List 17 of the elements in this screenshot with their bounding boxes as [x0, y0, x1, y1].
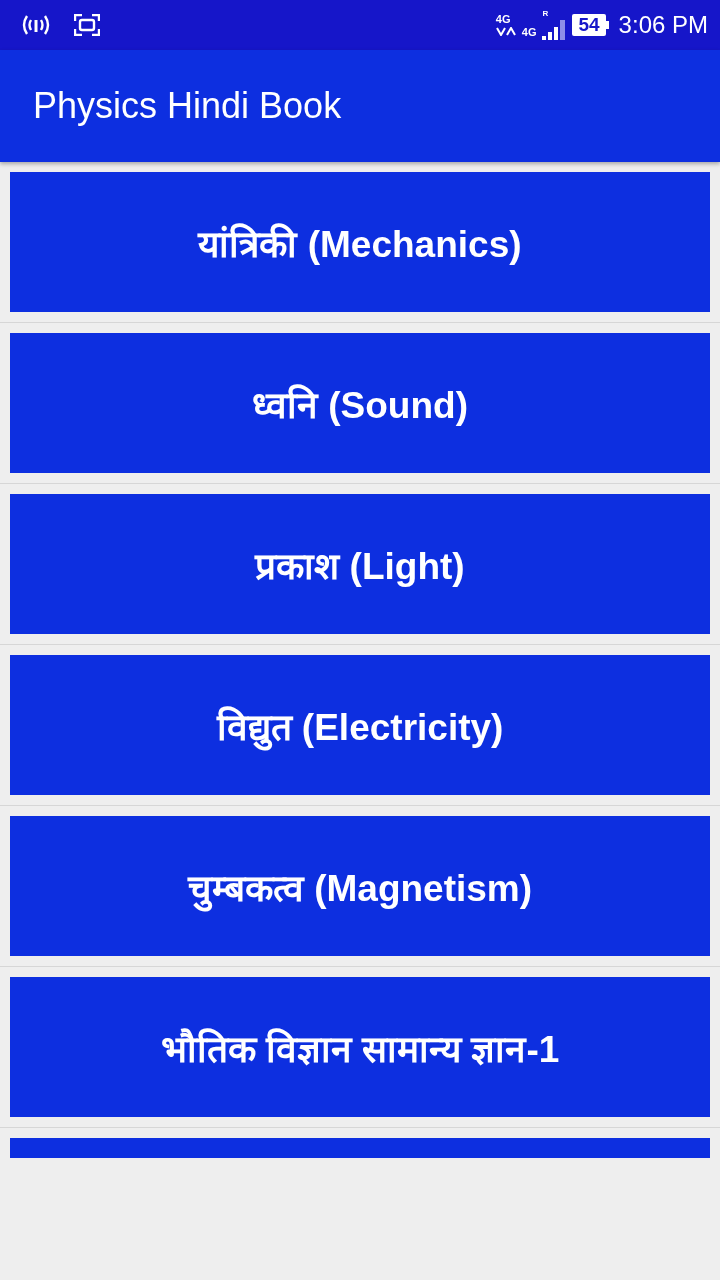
- app-title: Physics Hindi Book: [33, 85, 342, 127]
- topic-button[interactable]: भौतिक विज्ञान सामान्य ज्ञान-1: [10, 977, 710, 1117]
- topic-button[interactable]: चुम्बकत्व (Magnetism): [10, 816, 710, 956]
- topic-button[interactable]: विद्युत (Electricity): [10, 655, 710, 795]
- battery-icon: 54: [572, 14, 609, 36]
- topic-button[interactable]: प्रकाश (Light): [10, 494, 710, 634]
- network-label: 4G: [521, 27, 537, 38]
- roaming-label: R: [542, 10, 549, 18]
- hotspot-icon: [20, 14, 52, 36]
- topic-button[interactable]: ध्वनि (Sound): [10, 333, 710, 473]
- data-arrows-icon: [495, 27, 516, 36]
- signal-icon: [542, 20, 567, 40]
- clock: 3:06 PM: [618, 11, 708, 39]
- topic-button[interactable]: यांत्रिकी (Mechanics): [10, 172, 710, 312]
- network-label: 4G: [495, 14, 512, 25]
- screenshot-icon: [74, 14, 100, 36]
- topic-button[interactable]: [10, 1138, 710, 1158]
